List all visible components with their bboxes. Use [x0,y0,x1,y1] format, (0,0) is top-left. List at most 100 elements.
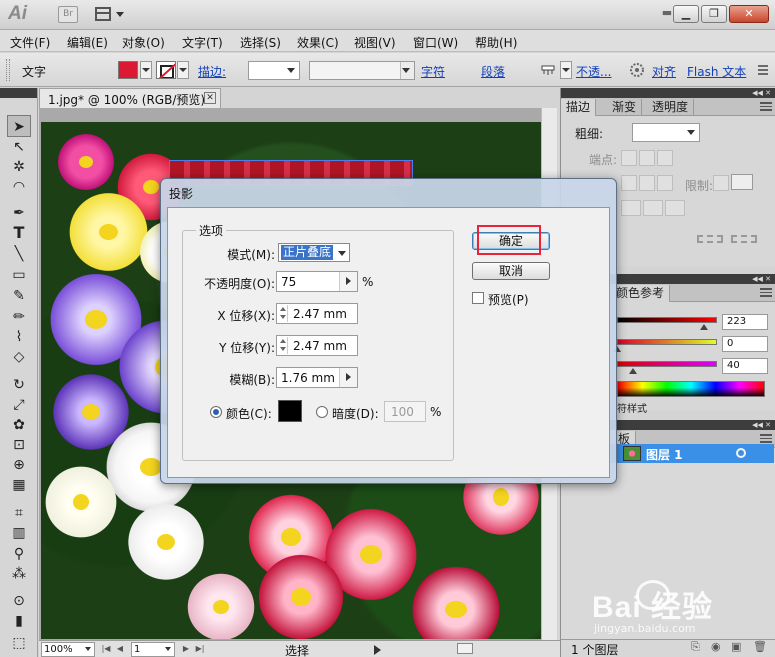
mesh-tool-icon[interactable]: ⌗ [7,502,31,524]
symbol-sprayer-tool-icon[interactable]: ⊙ [7,590,31,612]
horizontal-scroll-thumb[interactable] [457,643,473,654]
darkness-label[interactable]: 暗度(D): [332,405,379,422]
flash-text-link[interactable]: Flash 文本 [687,63,746,80]
blue-value[interactable]: 40 [722,358,768,374]
preview-label[interactable]: 预览(P) [488,291,529,308]
scale-tool-icon[interactable]: ⤢ [7,394,31,416]
green-slider[interactable] [617,339,717,345]
menu-type[interactable]: 文字(T) [182,34,223,51]
prev-artboard-icon[interactable]: ◀ [115,643,125,655]
arrange-documents-button[interactable] [95,6,125,23]
make-clipping-mask-icon[interactable]: ◉ [711,640,721,653]
first-artboard-icon[interactable]: |◀ [101,643,111,655]
brush-icon[interactable] [540,62,556,78]
menu-object[interactable]: 对象(O) [122,34,165,51]
green-value[interactable]: 0 [722,336,768,352]
free-transform-tool-icon[interactable]: ⊡ [7,434,31,456]
layer-target-icon[interactable] [736,448,746,458]
red-value[interactable]: 223 [722,314,768,330]
type-tool-icon[interactable]: T [7,222,31,244]
eyedropper-tool-icon[interactable]: ⚲ [7,543,31,565]
color-radio[interactable] [210,406,222,418]
fill-swatch[interactable] [118,61,138,79]
darkness-field[interactable]: 100 [384,401,426,422]
recolor-icon[interactable] [629,62,645,78]
pen-tool-icon[interactable]: ✒ [7,202,31,224]
tab-stroke[interactable]: 描边 [561,99,597,116]
color-spectrum[interactable] [617,381,765,397]
menu-effect[interactable]: 效果(C) [297,34,339,51]
collapse-icon[interactable]: ◀◀ ✕ [752,421,771,429]
blue-slider-thumb[interactable] [629,368,637,374]
panel-menu-icon[interactable] [760,288,772,297]
pencil-tool-icon[interactable]: ✏ [7,306,31,328]
menu-window[interactable]: 窗口(W) [413,34,458,51]
restore-button[interactable]: ❐ [701,5,727,23]
round-cap-icon[interactable] [639,150,655,166]
minimize-all-icon[interactable]: ▬ [660,5,674,21]
align-outside-icon[interactable] [665,200,685,216]
red-slider-thumb[interactable] [700,324,708,330]
warp-tool-icon[interactable]: ✿ [7,414,31,436]
graphic-styles-tab[interactable]: 符样式 [617,400,647,415]
next-artboard-icon[interactable]: ▶ [181,643,191,655]
stroke-dropdown[interactable] [177,61,189,79]
square-cap-icon[interactable] [657,150,673,166]
menu-file[interactable]: 文件(F) [10,34,50,51]
menu-view[interactable]: 视图(V) [354,34,396,51]
blur-popup-icon[interactable] [339,368,357,387]
rectangle-tool-icon[interactable]: ▭ [7,264,31,286]
new-layer-icon[interactable]: ▣ [731,640,741,653]
close-tab-icon[interactable]: ✕ [204,92,216,104]
stroke-link[interactable]: 描边: [198,63,226,80]
bridge-button[interactable]: Br [58,6,78,23]
opacity-link[interactable]: 不透... [576,63,611,80]
tab-transparency[interactable]: 透明度 [647,99,695,116]
magic-wand-tool-icon[interactable]: ✲ [7,156,31,178]
shape-builder-tool-icon[interactable]: ⊕ [7,454,31,476]
artboard-select[interactable]: 1 [131,642,175,657]
tab-gradient[interactable]: 渐变 [607,99,643,116]
collapse-icon[interactable]: ◀◀ ✕ [752,275,771,283]
opacity-field[interactable]: 75 [276,271,358,292]
style-dropdown[interactable] [560,61,572,79]
mode-select[interactable]: 正片叠底 [278,243,350,262]
artboard-tool-icon[interactable]: ⬚ [7,632,31,654]
align-link[interactable]: 对齐 [652,63,676,80]
status-menu-icon[interactable] [374,645,381,655]
red-slider[interactable] [617,317,717,323]
stroke-weight-select[interactable] [248,61,300,80]
butt-cap-icon[interactable] [621,150,637,166]
locate-object-icon[interactable]: ⎘ [691,640,700,654]
eraser-tool-icon[interactable]: ◇ [7,346,31,368]
y-offset-spinner-icon[interactable] [278,337,288,354]
menu-help[interactable]: 帮助(H) [475,34,517,51]
character-link[interactable]: 字符 [421,63,445,80]
selection-tool-icon[interactable]: ➤ [7,115,31,137]
rotate-tool-icon[interactable]: ↻ [7,374,31,396]
menu-select[interactable]: 选择(S) [240,34,281,51]
panel-menu-icon[interactable] [760,434,772,443]
preview-checkbox[interactable] [472,292,484,304]
weight-select[interactable] [632,123,700,142]
x-offset-field[interactable]: 2.47 mm [276,303,358,324]
panel-menu-icon[interactable] [756,63,772,79]
blue-slider[interactable] [617,361,717,367]
miter-join-icon[interactable] [621,175,637,191]
align-center-icon[interactable] [621,200,641,216]
fill-dropdown[interactable] [140,61,152,79]
bevel-join-icon[interactable] [657,175,673,191]
darkness-radio[interactable] [316,406,328,418]
limit-spinner-icon[interactable] [713,175,729,191]
zoom-select[interactable]: 100% [41,642,95,657]
paintbrush-tool-icon[interactable]: ✎ [7,285,31,307]
perspective-grid-tool-icon[interactable]: ▦ [7,474,31,496]
stroke-swatch[interactable] [156,61,176,79]
align-inside-icon[interactable] [643,200,663,216]
collapse-icon[interactable]: ◀◀ ✕ [752,89,771,97]
paragraph-link[interactable]: 段落 [481,63,505,80]
menu-edit[interactable]: 编辑(E) [67,34,108,51]
direct-selection-tool-icon[interactable]: ↖ [7,136,31,158]
document-tab[interactable]: 1.jpg* @ 100% (RGB/预览) ✕ [39,88,221,108]
blob-brush-tool-icon[interactable]: ⌇ [7,326,31,348]
